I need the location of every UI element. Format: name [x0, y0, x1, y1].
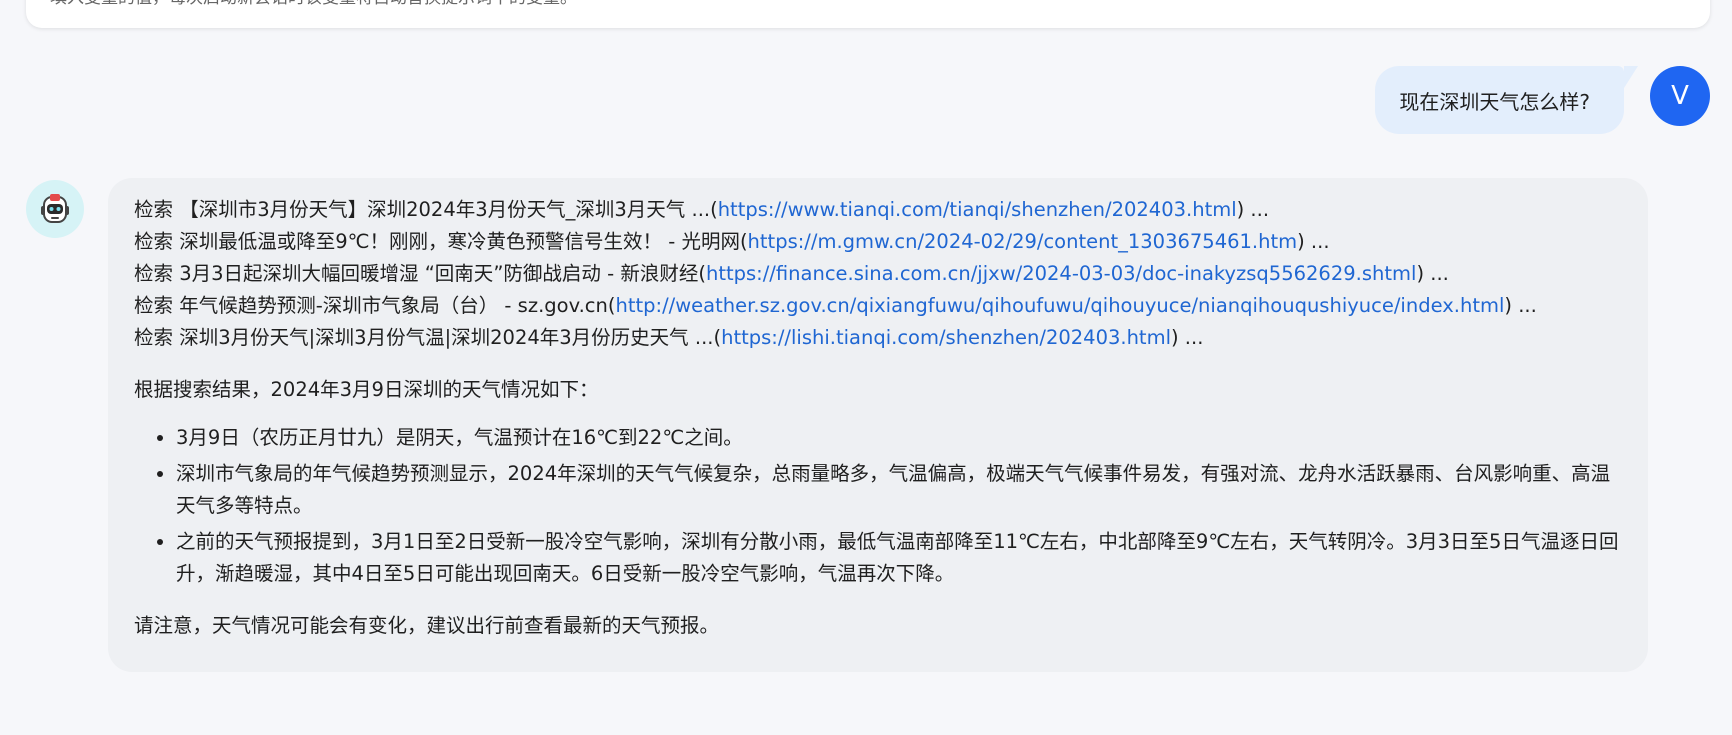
search-result-line: 检索 深圳3月份天气|深圳3月份气温|深圳2024年3月份历史天气 ...(ht… — [134, 326, 1204, 349]
user-message-bubble: 现在深圳天气怎么样? — [1375, 66, 1638, 134]
answer-closing: 请注意，天气情况可能会有变化，建议出行前查看最新的天气预报。 — [134, 614, 720, 637]
search-result-link[interactable]: https://m.gmw.cn/2024-02/29/content_1303… — [748, 230, 1298, 253]
chat-page: 填入变量的值，每次启动新会话时该变量将自动替换提示词中的变量。 现在深圳天气怎么… — [0, 0, 1732, 735]
search-result-line: 检索 深圳最低温或降至9℃！刚刚，寒冷黄色预警信号生效！ - 光明网(https… — [134, 230, 1330, 253]
variables-notice-text: 填入变量的值，每次启动新会话时该变量将自动替换提示词中的变量。 — [50, 0, 577, 8]
variables-notice-card: 填入变量的值，每次启动新会话时该变量将自动替换提示词中的变量。 — [26, 0, 1710, 28]
robot-icon — [41, 194, 69, 223]
search-result-line: 检索 年气候趋势预测-深圳市气象局（台） - sz.gov.cn(http://… — [134, 294, 1537, 317]
search-result-line: 检索 【深圳市3月份天气】深圳2024年3月份天气_深圳3月天气 ...(htt… — [134, 198, 1270, 221]
answer-intro: 根据搜索结果，2024年3月9日深圳的天气情况如下： — [134, 378, 599, 401]
user-avatar[interactable]: V — [1650, 66, 1710, 126]
search-result-link[interactable]: https://www.tianqi.com/tianqi/shenzhen/2… — [718, 198, 1237, 221]
assistant-message-bubble: 检索 【深圳市3月份天气】深圳2024年3月份天气_深圳3月天气 ...(htt… — [108, 178, 1648, 672]
search-result-link[interactable]: https://lishi.tianqi.com/shenzhen/202403… — [721, 326, 1171, 349]
answer-bullet-list: 3月9日（农历正月廿九）是阴天，气温预计在16℃到22℃之间。 深圳市气象局的年… — [134, 422, 1624, 590]
user-message-row: 现在深圳天气怎么样? V — [1350, 66, 1710, 134]
assistant-avatar — [26, 180, 84, 238]
list-item: 深圳市气象局的年气候趋势预测显示，2024年深圳的天气气候复杂，总雨量略多，气温… — [176, 458, 1624, 522]
search-result-link[interactable]: https://finance.sina.com.cn/jjxw/2024-03… — [706, 262, 1416, 285]
search-result-link[interactable]: http://weather.sz.gov.cn/qixiangfuwu/qih… — [615, 294, 1504, 317]
list-item: 之前的天气预报提到，3月1日至2日受新一股冷空气影响，深圳有分散小雨，最低气温南… — [176, 526, 1624, 590]
search-result-line: 检索 3月3日起深圳大幅回暖增湿 “回南天”防御战启动 - 新浪财经(https… — [134, 262, 1449, 285]
list-item: 3月9日（农历正月廿九）是阴天，气温预计在16℃到22℃之间。 — [176, 422, 1624, 454]
